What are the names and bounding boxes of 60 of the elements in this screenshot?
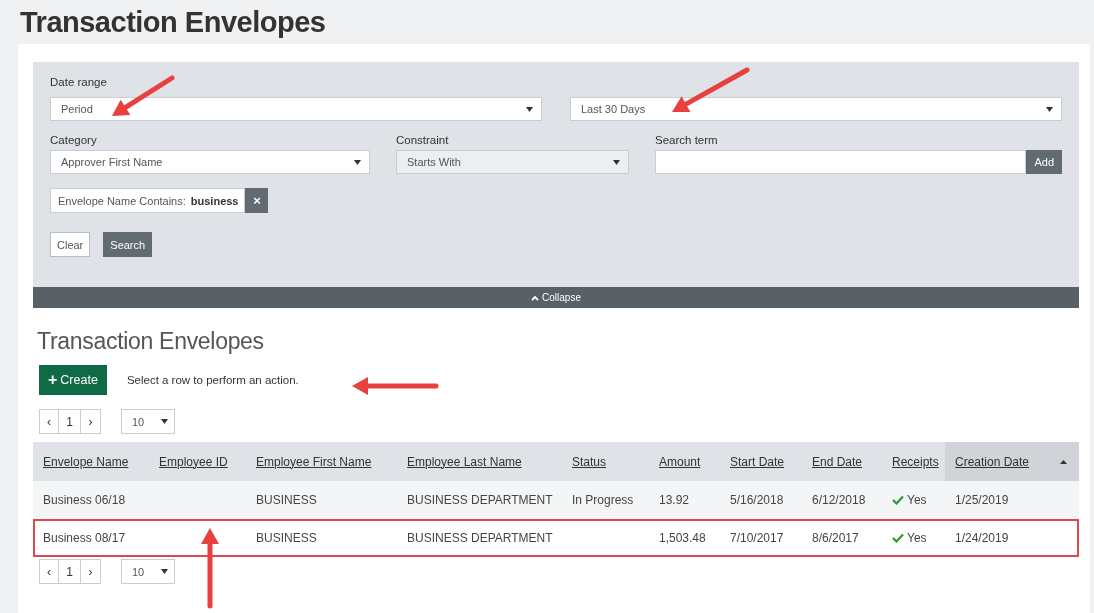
range-select[interactable]: Last 30 Days [570, 97, 1062, 121]
column-header[interactable]: Employee First Name [246, 442, 397, 481]
column-header[interactable]: Employee ID [149, 442, 246, 481]
column-header[interactable]: Amount [649, 442, 720, 481]
filter-chip: Envelope Name Contains: business [50, 188, 246, 213]
column-header[interactable]: Receipts [882, 442, 945, 481]
table-cell: 7/10/2017 [730, 531, 784, 545]
search-button[interactable]: Search [103, 232, 153, 257]
field-label: Constraint [396, 134, 450, 146]
table-cell: 13.92 [659, 493, 690, 507]
table-cell: Business 06/18 [43, 493, 126, 507]
table-row[interactable]: Business 06/18 BUSINESS BUSINESS DEPARTMENT In Progress 13.92 5/16/2018 6/12/2018 Yes 1/25/2019 [33, 481, 1079, 519]
clear-button[interactable]: Clear [50, 232, 91, 257]
field-label: Search term [655, 134, 719, 146]
column-header[interactable]: Status [562, 442, 649, 481]
table-row[interactable]: Business 08/17 BUSINESS BUSINESS DEPARTMENT 1,503.48 7/10/2017 8/6/2017 Yes 1/24/2019 [33, 519, 1079, 557]
table-cell: 5/16/2018 [730, 493, 784, 507]
column-header[interactable]: Envelope Name [33, 442, 149, 481]
category-select[interactable]: Approver First Name [50, 150, 370, 174]
table-cell: 1,503.48 [659, 531, 706, 545]
remove-button[interactable]: × [245, 188, 269, 213]
hint-text: Select a row to perform an action. [126, 374, 299, 386]
column-header[interactable]: Employee Last Name [397, 442, 562, 481]
chevron-up-icon [531, 294, 540, 301]
field-label: Category [50, 134, 98, 146]
column-header[interactable]: Creation Date [945, 442, 1079, 481]
field-label: Date range [50, 76, 108, 88]
period-select[interactable]: Period [50, 97, 542, 121]
table-cell: BUSINESS DEPARTMENT [407, 531, 553, 545]
table-cell: BUSINESS DEPARTMENT [407, 493, 553, 507]
caret-icon [354, 159, 361, 165]
section-title: Transaction Envelopes [37, 328, 265, 355]
table-cell: Yes [892, 492, 927, 507]
caret-icon [526, 106, 533, 112]
check-icon [892, 532, 904, 543]
caret-icon [161, 569, 168, 574]
column-header[interactable]: Start Date [720, 442, 802, 481]
column-header[interactable]: End Date [802, 442, 882, 481]
page-size-select[interactable]: 10 [121, 559, 175, 584]
table-cell: 1/25/2019 [955, 493, 1009, 507]
collapse-bar[interactable]: Collapse [33, 287, 1079, 308]
table-cell: 8/6/2017 [812, 531, 859, 545]
caret-icon [613, 159, 620, 165]
page-size-select[interactable]: 10 [121, 409, 175, 434]
page-title: Transaction Envelopes [19, 5, 327, 40]
table-cell: BUSINESS [256, 493, 317, 507]
table-cell: In Progress [572, 493, 634, 507]
annotation-arrow [112, 75, 175, 116]
sort-up-icon [1060, 459, 1067, 464]
table-cell: 1/24/2019 [955, 531, 1009, 545]
table-cell: Yes [892, 530, 927, 545]
table-cell: BUSINESS [256, 531, 317, 545]
create-button[interactable]: + Create [39, 365, 107, 395]
table-cell: Business 08/17 [43, 531, 126, 545]
table-cell: 6/12/2018 [812, 493, 866, 507]
search-field[interactable] [655, 150, 1027, 174]
caret-icon [161, 419, 168, 424]
caret-icon [1046, 106, 1053, 112]
add-button[interactable]: Add [1026, 150, 1062, 174]
check-icon [892, 494, 904, 505]
